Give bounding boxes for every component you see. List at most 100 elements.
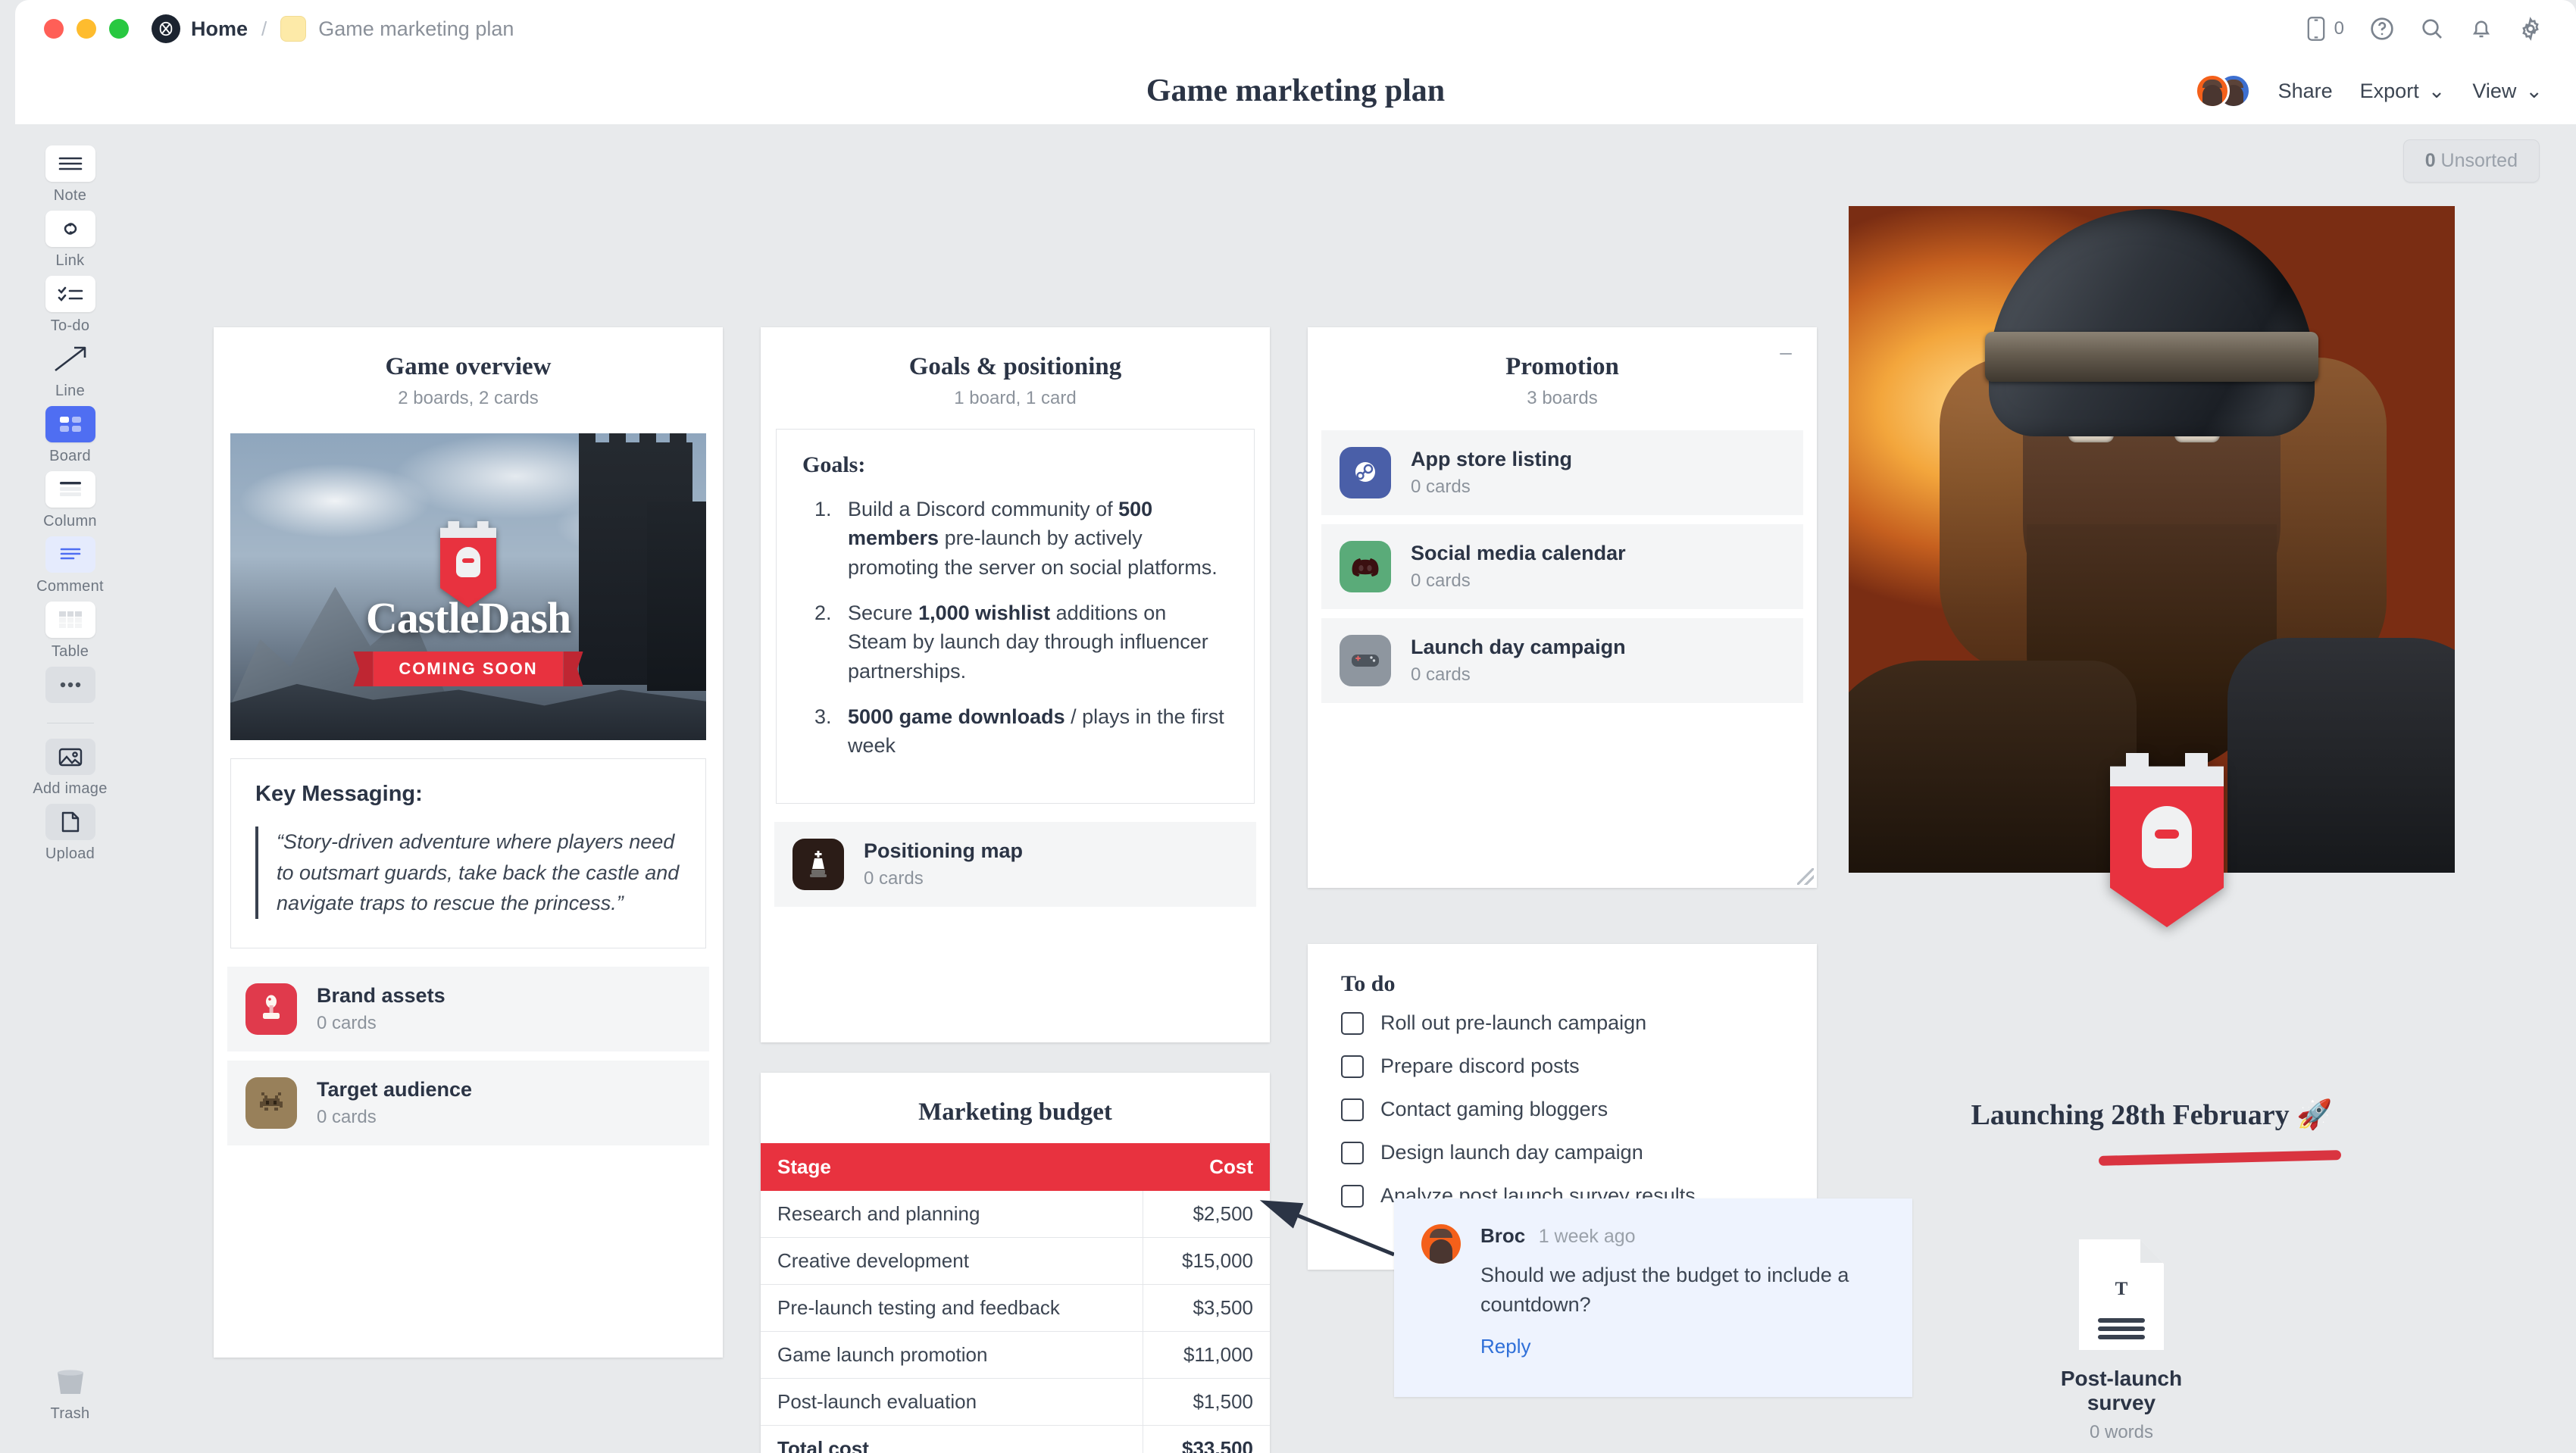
todo-heading: To do: [1341, 971, 1396, 996]
table-row[interactable]: Research and planning $2,500: [761, 1191, 1270, 1238]
board-item-app-store-listing[interactable]: App store listing 0 cards: [1321, 430, 1803, 515]
key-messaging-card[interactable]: Key Messaging: “Story-driven adventure w…: [230, 758, 706, 948]
sidebar-item-label: Comment: [36, 578, 104, 595]
board-item-name: Brand assets: [317, 983, 445, 1007]
comment-meta: Broc 1 week ago: [1480, 1224, 1885, 1248]
document-actions: Share Export ⌄ View ⌄: [2194, 73, 2543, 108]
view-button[interactable]: View ⌄: [2472, 80, 2543, 103]
todo-item[interactable]: Roll out pre-launch campaign: [1308, 1001, 1817, 1045]
comment-card[interactable]: Broc 1 week ago Should we adjust the bud…: [1394, 1198, 1912, 1397]
table-total-row[interactable]: Total cost $33,500: [761, 1425, 1270, 1453]
export-button[interactable]: Export ⌄: [2360, 80, 2446, 103]
note-icon: [45, 145, 95, 182]
resize-handle[interactable]: [1797, 868, 1814, 885]
unsorted-badge[interactable]: 0 Unsorted: [2402, 139, 2540, 183]
view-label: View: [2472, 79, 2517, 102]
coming-soon-ribbon: COMING SOON: [373, 652, 564, 686]
todo-item[interactable]: Design launch day campaign: [1308, 1131, 1817, 1174]
board-item-brand-assets[interactable]: Brand assets 0 cards: [227, 966, 709, 1051]
sidebar-item-comment[interactable]: Comment: [25, 536, 116, 595]
comment-icon: [45, 536, 95, 573]
column-goals-positioning[interactable]: Goals & positioning 1 board, 1 card Goal…: [761, 327, 1270, 1042]
page-title: Game marketing plan: [1146, 73, 1446, 108]
sidebar-item-link[interactable]: Link: [25, 211, 116, 270]
board-item-count: 0 cards: [1411, 664, 1471, 685]
goal-text-prefix: Secure: [848, 601, 919, 624]
goal-item: 5000 game downloads / plays in the first…: [837, 702, 1228, 761]
todo-item-label: Contact gaming bloggers: [1380, 1098, 1608, 1120]
key-messaging-quote: “Story-driven adventure where players ne…: [255, 826, 681, 919]
window-title-bar: Home / Game marketing plan 0: [15, 0, 2576, 58]
breadcrumb-home[interactable]: Home: [191, 17, 248, 41]
collaborator-avatars[interactable]: [2194, 73, 2251, 108]
game-key-art[interactable]: CastleDash COMING SOON: [230, 433, 706, 740]
checkbox-unchecked-icon[interactable]: [1341, 1011, 1364, 1035]
board-item-launch-day-campaign[interactable]: Launch day campaign 0 cards: [1321, 618, 1803, 703]
shoulder-left: [1849, 661, 2137, 873]
trash-icon: [45, 1364, 95, 1400]
sidebar-item-label: Column: [43, 513, 97, 530]
column-header: Goals & positioning 1 board, 1 card: [761, 327, 1270, 414]
cell-stage: Creative development: [761, 1237, 1144, 1285]
checkbox-unchecked-icon[interactable]: [1341, 1055, 1364, 1078]
sidebar-item-trash[interactable]: Trash: [25, 1364, 116, 1423]
share-button[interactable]: Share: [2278, 80, 2333, 103]
budget-table: Stage Cost Research and planning $2,500 …: [761, 1143, 1270, 1453]
device-count: 0: [2334, 18, 2344, 39]
todo-item[interactable]: Prepare discord posts: [1308, 1045, 1817, 1088]
goal-item: Build a Discord community of 500 members…: [837, 495, 1228, 582]
board-item-social-media-calendar[interactable]: Social media calendar 0 cards: [1321, 524, 1803, 609]
board-item-count: 0 cards: [317, 1012, 377, 1033]
sidebar-item-more[interactable]: [25, 667, 116, 703]
board-item-count: 0 cards: [1411, 570, 1471, 591]
breadcrumb-current[interactable]: Game marketing plan: [318, 17, 514, 41]
column-subtitle: 3 boards: [1527, 388, 1598, 408]
help-icon[interactable]: [2370, 17, 2394, 41]
todo-item[interactable]: Contact gaming bloggers: [1308, 1088, 1817, 1131]
sidebar-item-upload[interactable]: Upload: [25, 804, 116, 863]
sidebar-item-note[interactable]: Note: [25, 145, 116, 205]
checkbox-unchecked-icon[interactable]: [1341, 1141, 1364, 1164]
table-row[interactable]: Pre-launch testing and feedback $3,500: [761, 1284, 1270, 1332]
sidebar-item-line[interactable]: Line: [25, 341, 116, 400]
maximize-window-button[interactable]: [109, 19, 129, 39]
board-item-name: Social media calendar: [1411, 542, 1626, 564]
search-icon[interactable]: [2420, 17, 2444, 41]
export-label: Export: [2359, 79, 2419, 102]
todo-icon: [45, 276, 95, 312]
notifications-bell-icon[interactable]: [2470, 17, 2493, 41]
goals-card[interactable]: Goals: Build a Discord community of 500 …: [776, 429, 1255, 804]
column-game-overview[interactable]: Game overview 2 boards, 2 cards CastleDa…: [214, 327, 723, 1358]
board-item-count: 0 cards: [864, 867, 924, 889]
minimize-window-button[interactable]: [77, 19, 96, 39]
key-messaging-title: Key Messaging:: [255, 782, 423, 806]
gear-icon[interactable]: [2518, 17, 2543, 41]
table-row[interactable]: Post-launch evaluation $1,500: [761, 1378, 1270, 1426]
close-window-button[interactable]: [44, 19, 64, 39]
checkbox-unchecked-icon[interactable]: [1341, 1098, 1364, 1121]
space-invader-icon: [245, 1076, 297, 1129]
upload-file-icon: [45, 804, 95, 840]
device-preview-button[interactable]: 0: [2306, 16, 2344, 42]
sidebar-item-todo[interactable]: To-do: [25, 276, 116, 335]
table-row[interactable]: Creative development $15,000: [761, 1237, 1270, 1285]
column-promotion[interactable]: – Promotion 3 boards App store listing 0…: [1308, 327, 1817, 888]
line-arrow-icon: [45, 341, 95, 377]
column-marketing-budget[interactable]: Marketing budget Stage Cost Research and…: [761, 1073, 1270, 1453]
collapse-column-button[interactable]: –: [1774, 342, 1797, 364]
board-item-target-audience[interactable]: Target audience 0 cards: [227, 1060, 709, 1145]
comment-reply-link[interactable]: Reply: [1480, 1335, 1885, 1358]
comment-body: Should we adjust the budget to include a…: [1480, 1264, 1849, 1317]
gamepad-icon: [1340, 635, 1391, 686]
board-canvas[interactable]: Note Link To-do Line Board Column Commen…: [15, 124, 2576, 1453]
sidebar-item-add-image[interactable]: Add image: [25, 739, 116, 798]
document-header: Game marketing plan Share Export ⌄ View …: [15, 58, 2576, 124]
sidebar-item-board[interactable]: Board: [25, 406, 116, 465]
more-dots-icon: [45, 667, 95, 703]
sidebar-item-column[interactable]: Column: [25, 471, 116, 530]
column-title: Promotion: [1505, 353, 1619, 380]
sidebar-item-table[interactable]: Table: [25, 602, 116, 661]
board-item-positioning-map[interactable]: Positioning map 0 cards: [774, 821, 1256, 907]
column-title: Goals & positioning: [908, 353, 1122, 380]
table-row[interactable]: Game launch promotion $11,000: [761, 1331, 1270, 1379]
